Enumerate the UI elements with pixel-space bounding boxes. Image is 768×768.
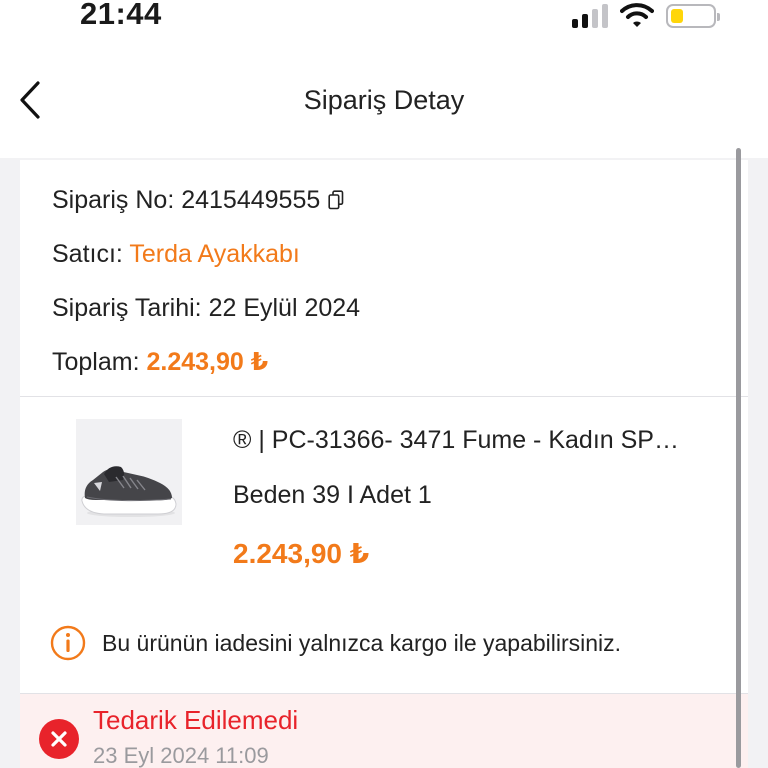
info-icon xyxy=(50,625,86,661)
product-name[interactable]: ® | PC-31366- 3471 Fume - Kadın SP… xyxy=(233,426,733,455)
seller-row: Satıcı: Terda Ayakkabı xyxy=(52,240,300,269)
product-image[interactable] xyxy=(76,419,182,525)
return-notice-text: Bu ürünün iadesini yalnızca kargo ile ya… xyxy=(102,629,622,656)
sneaker-image xyxy=(81,466,177,517)
product-price: 2.243,90 ₺ xyxy=(233,538,370,569)
error-x-icon xyxy=(39,719,79,759)
product-variant: Beden 39 I Adet 1 xyxy=(233,481,432,509)
copy-button[interactable] xyxy=(328,188,344,217)
status-time: 21:44 xyxy=(80,0,162,31)
order-date-value: 22 Eylül 2024 xyxy=(208,294,361,322)
status-icons xyxy=(572,2,720,28)
seller-link[interactable]: Terda Ayakkabı xyxy=(129,240,299,268)
order-date-label: Sipariş Tarihi: xyxy=(52,294,202,322)
battery-icon xyxy=(666,4,720,28)
delivery-status-date: 23 Eyl 2024 11:09 xyxy=(93,743,269,768)
order-date-row: Sipariş Tarihi: 22 Eylül 2024 xyxy=(52,294,360,323)
order-detail-card: Sipariş No: 2415449555 Satıcı: Terda Aya… xyxy=(20,160,748,768)
order-total-row: Toplam: 2.243,90 ₺ xyxy=(52,347,268,377)
scrollbar[interactable] xyxy=(736,148,741,768)
nav-bar: Sipariş Detay xyxy=(0,40,768,158)
product-item[interactable]: ® | PC-31366- 3471 Fume - Kadın SP… Bede… xyxy=(20,397,748,697)
seller-label: Satıcı: xyxy=(52,240,123,268)
order-number-row: Sipariş No: 2415449555 xyxy=(52,186,344,217)
order-total-label: Toplam: xyxy=(52,348,140,376)
order-number-value: 2415449555 xyxy=(181,186,321,214)
page-title: Sipariş Detay xyxy=(303,85,465,115)
order-number-label: Sipariş No: xyxy=(52,186,175,214)
order-total-value: 2.243,90 ₺ xyxy=(146,348,269,376)
battery-level-fill xyxy=(671,9,683,23)
status-bar: 21:44 xyxy=(0,0,768,40)
order-info-section: Sipariş No: 2415449555 Satıcı: Terda Aya… xyxy=(20,160,748,397)
copy-icon xyxy=(328,190,344,210)
cellular-signal-icon xyxy=(572,4,608,28)
return-notice: Bu ürünün iadesini yalnızca kargo ile ya… xyxy=(50,625,621,661)
delivery-status-section: Tedarik Edilemedi 23 Eyl 2024 11:09 xyxy=(20,693,748,768)
delivery-status-title: Tedarik Edilemedi xyxy=(93,705,299,735)
wifi-icon xyxy=(620,2,654,28)
